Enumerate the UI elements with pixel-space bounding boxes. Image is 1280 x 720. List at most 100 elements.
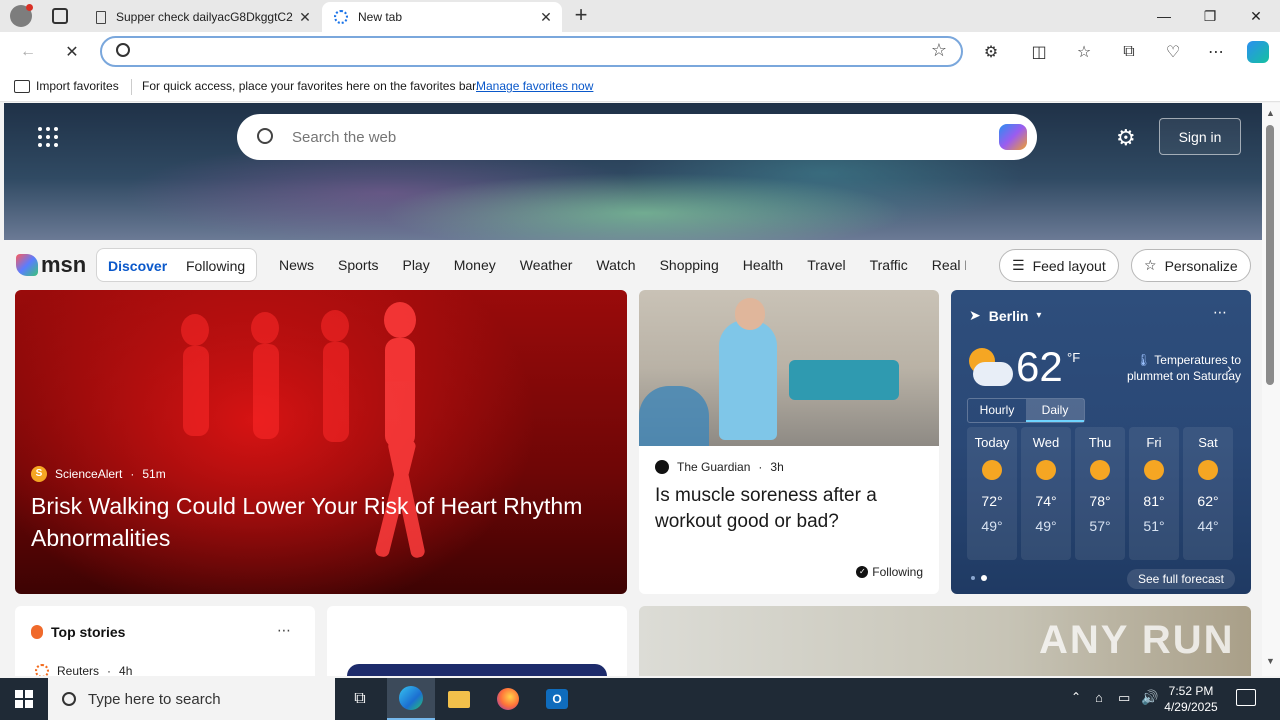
restore-icon[interactable]: ❐: [1187, 0, 1233, 32]
day-name: Thu: [1088, 435, 1112, 450]
close-icon[interactable]: ✕: [538, 9, 554, 25]
file-explorer-icon[interactable]: [435, 678, 483, 720]
close-window-icon[interactable]: ✕: [1233, 0, 1279, 32]
stop-loading-icon[interactable]: ✕: [60, 40, 84, 64]
tray-chevron-up-icon[interactable]: ⌃: [1071, 690, 1081, 704]
story-headline[interactable]: Is muscle soreness after a workout good …: [655, 483, 925, 535]
day-high: 72°: [981, 493, 1003, 509]
nav-health[interactable]: Health: [743, 257, 783, 273]
nav-weather[interactable]: Weather: [520, 257, 573, 273]
start-button[interactable]: [0, 678, 48, 720]
day-high: 74°: [1035, 493, 1057, 509]
back-icon[interactable]: ←: [16, 40, 40, 64]
sciencealert-logo-icon: S: [31, 466, 47, 482]
nav-news[interactable]: News: [279, 257, 314, 273]
web-search-box[interactable]: [237, 114, 1037, 160]
see-full-forecast-button[interactable]: See full forecast: [1127, 569, 1235, 589]
sign-in-button[interactable]: Sign in: [1159, 118, 1241, 155]
forecast-day[interactable]: Fri 81° 51°: [1129, 427, 1179, 560]
notifications-icon[interactable]: [1236, 689, 1256, 706]
copilot-icon[interactable]: [999, 124, 1027, 150]
nav-travel[interactable]: Travel: [807, 257, 845, 273]
tab-following[interactable]: Following: [186, 258, 245, 274]
search-icon: [62, 692, 76, 706]
task-view-icon[interactable]: ⧉: [336, 678, 384, 720]
day-low: 57°: [1089, 518, 1111, 534]
battery-icon[interactable]: ▭: [1118, 690, 1130, 706]
weather-card[interactable]: ➤ Berlin ▾ ⋯ 62 °F 🌡 Temperatures to plu…: [951, 290, 1251, 594]
weather-alert[interactable]: 🌡 Temperatures to plummet on Saturday: [1101, 352, 1241, 384]
more-options-icon[interactable]: ⋯: [1213, 304, 1227, 321]
search-icon: [116, 43, 130, 57]
outlook-icon[interactable]: O: [533, 678, 581, 720]
taskbar-search-box[interactable]: Type here to search: [48, 678, 335, 720]
forecast-day[interactable]: Wed 74° 49°: [1021, 427, 1071, 560]
windows-taskbar: Type here to search ⧉ O ⌃ ⌂ ▭ 🔊 7:52 PM …: [0, 678, 1280, 720]
nav-shopping[interactable]: Shopping: [660, 257, 719, 273]
dot-separator: ·: [107, 664, 112, 676]
split-screen-icon[interactable]: ◫: [1027, 40, 1051, 64]
forecast-day[interactable]: Today 72° 49°: [967, 427, 1017, 560]
tab-hourly[interactable]: Hourly: [968, 399, 1026, 422]
featured-story-card[interactable]: S ScienceAlert · 51m Brisk Walking Could…: [15, 290, 627, 594]
minimize-icon[interactable]: —: [1141, 0, 1187, 32]
nav-traffic[interactable]: Traffic: [870, 257, 908, 273]
volume-icon[interactable]: 🔊: [1141, 689, 1158, 706]
story-headline[interactable]: Brisk Walking Could Lower Your Risk of H…: [31, 490, 591, 554]
nav-watch[interactable]: Watch: [596, 257, 635, 273]
story-card-image[interactable]: ANY RUN: [639, 606, 1251, 676]
ad-card[interactable]: [327, 606, 627, 676]
manage-favorites-link[interactable]: Manage favorites now: [476, 79, 593, 93]
nav-money[interactable]: Money: [454, 257, 496, 273]
profile-icon[interactable]: [10, 4, 33, 27]
apps-launcher-icon[interactable]: [38, 127, 58, 147]
tab-supper-check[interactable]: Supper check dailyacG8DkggtC2 ✕: [86, 2, 321, 32]
location-selector[interactable]: ➤ Berlin ▾: [969, 307, 1041, 324]
collections-icon[interactable]: ⧉: [1117, 40, 1141, 64]
tab-daily[interactable]: Daily: [1026, 399, 1084, 422]
extensions-icon[interactable]: ⚙: [979, 40, 1003, 64]
tab-actions-icon[interactable]: [52, 8, 68, 24]
network-icon[interactable]: ⌂: [1095, 690, 1103, 705]
page-dots[interactable]: [971, 575, 987, 581]
nav-sports[interactable]: Sports: [338, 257, 378, 273]
import-favorites-button[interactable]: Import favorites: [14, 79, 119, 93]
personalize-button[interactable]: ☆ Personalize: [1131, 249, 1251, 282]
taskbar-clock[interactable]: 7:52 PM 4/29/2025: [1160, 683, 1222, 715]
chevron-right-icon[interactable]: ›: [1227, 360, 1232, 376]
close-icon[interactable]: ✕: [297, 9, 313, 25]
forecast-day[interactable]: Sat 62° 44°: [1183, 427, 1233, 560]
firefox-icon[interactable]: [484, 678, 532, 720]
page-scrollbar[interactable]: ▲ ▼: [1262, 103, 1280, 676]
msn-logo[interactable]: msn: [16, 252, 86, 278]
new-tab-icon[interactable]: +: [570, 4, 592, 26]
settings-icon[interactable]: ⚙: [1116, 125, 1136, 151]
tab-new-tab[interactable]: New tab ✕: [322, 2, 562, 32]
following-status[interactable]: ✓ Following: [856, 565, 923, 579]
more-icon[interactable]: ⋯: [1204, 40, 1228, 64]
address-input[interactable]: [142, 42, 922, 62]
more-options-icon[interactable]: ⋯: [277, 622, 291, 639]
edge-taskbar-icon[interactable]: [387, 678, 435, 720]
copilot-icon[interactable]: [1246, 40, 1270, 64]
story-card-guardian[interactable]: The Guardian · 3h Is muscle soreness aft…: [639, 290, 939, 594]
tab-discover[interactable]: Discover: [108, 258, 167, 274]
top-stories-title: Top stories: [51, 624, 126, 640]
woman-with-back-pain-image: [639, 290, 939, 446]
scroll-down-icon[interactable]: ▼: [1266, 656, 1275, 666]
scroll-up-icon[interactable]: ▲: [1266, 108, 1275, 118]
performance-icon[interactable]: ♡: [1161, 40, 1185, 64]
favorite-star-icon[interactable]: ☆: [931, 40, 947, 61]
web-search-input[interactable]: [292, 127, 972, 147]
favorites-icon[interactable]: ☆: [1072, 40, 1096, 64]
nav-play[interactable]: Play: [402, 257, 429, 273]
top-stories-card[interactable]: Top stories ⋯ Reuters · 4h: [15, 606, 315, 676]
temperature-unit[interactable]: °F: [1067, 350, 1080, 365]
scroll-thumb[interactable]: [1266, 125, 1274, 385]
feed-layout-button[interactable]: ☰ Feed layout: [999, 249, 1119, 282]
story-source: S ScienceAlert · 51m: [31, 466, 166, 482]
nav-real-estate[interactable]: Real E: [932, 257, 966, 273]
forecast-day[interactable]: Thu 78° 57°: [1075, 427, 1125, 560]
address-bar[interactable]: ☆: [100, 36, 963, 67]
day-name: Fri: [1146, 435, 1162, 450]
